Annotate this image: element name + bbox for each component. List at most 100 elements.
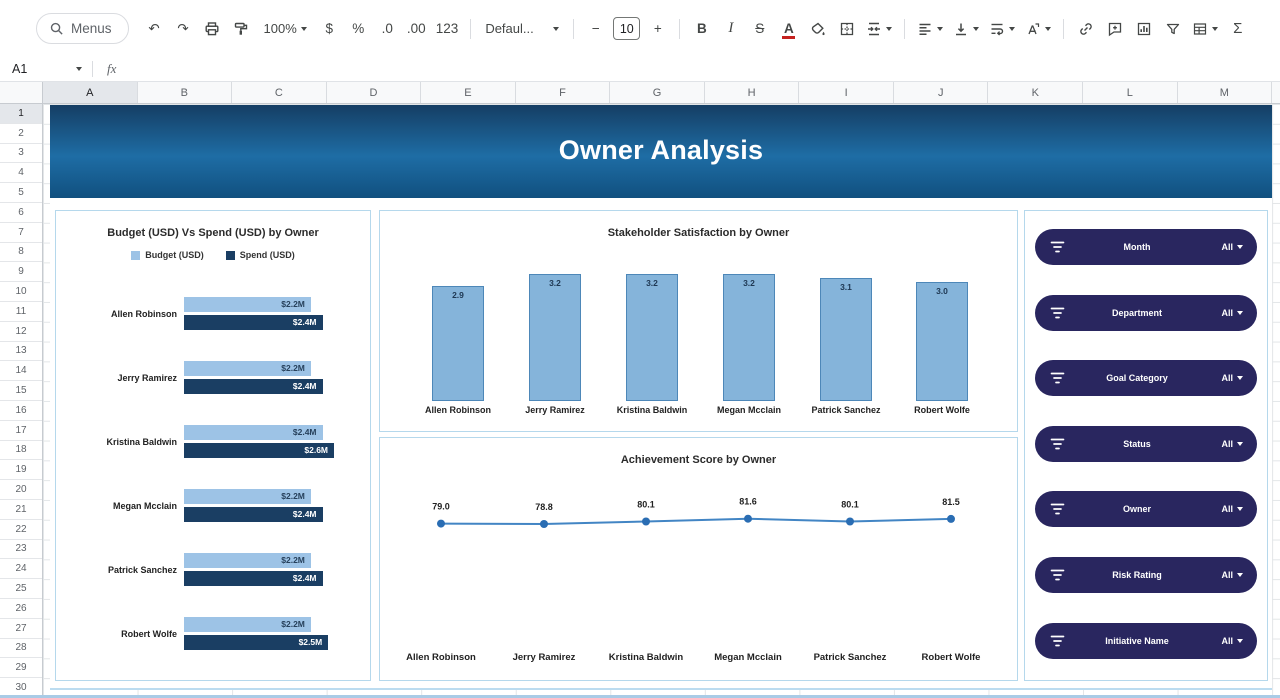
row-header-20[interactable]: 20 <box>0 480 42 500</box>
currency-format-button[interactable]: $ <box>316 15 343 42</box>
print-button[interactable] <box>199 15 226 42</box>
spend-bar[interactable]: $2.5M <box>184 635 328 650</box>
budget-bar[interactable]: $2.2M <box>184 617 311 632</box>
row-header-13[interactable]: 13 <box>0 342 42 362</box>
row-header-8[interactable]: 8 <box>0 243 42 263</box>
bold-button[interactable]: B <box>688 15 715 42</box>
column-header-E[interactable]: E <box>421 82 516 103</box>
column-header-H[interactable]: H <box>705 82 800 103</box>
row-header-17[interactable]: 17 <box>0 421 42 441</box>
menus-button[interactable]: Menus <box>36 13 129 44</box>
row-header-6[interactable]: 6 <box>0 203 42 223</box>
slicer-department[interactable]: DepartmentAll <box>1035 295 1257 331</box>
italic-button[interactable]: I <box>717 15 744 42</box>
budget-bar[interactable]: $2.2M <box>184 361 311 376</box>
column-header-K[interactable]: K <box>988 82 1083 103</box>
satisfaction-bar[interactable]: 3.2 <box>626 274 678 401</box>
row-header-5[interactable]: 5 <box>0 183 42 203</box>
spend-bar[interactable]: $2.4M <box>184 315 323 330</box>
achievement-point[interactable] <box>744 515 752 523</box>
row-header-23[interactable]: 23 <box>0 540 42 560</box>
column-header-D[interactable]: D <box>327 82 422 103</box>
satisfaction-bar[interactable]: 3.2 <box>723 274 775 401</box>
row-header-25[interactable]: 25 <box>0 579 42 599</box>
row-header-19[interactable]: 19 <box>0 460 42 480</box>
row-header-10[interactable]: 10 <box>0 282 42 302</box>
text-rotation-button[interactable] <box>1021 15 1055 42</box>
achievement-point[interactable] <box>437 520 445 528</box>
achievement-chart[interactable]: Achievement Score by Owner 79.0Allen Rob… <box>379 437 1018 681</box>
select-all-corner[interactable] <box>0 82 43 103</box>
undo-button[interactable]: ↶ <box>141 15 168 42</box>
row-header-24[interactable]: 24 <box>0 559 42 579</box>
row-header-2[interactable]: 2 <box>0 124 42 144</box>
row-header-21[interactable]: 21 <box>0 500 42 520</box>
slicer-status[interactable]: StatusAll <box>1035 426 1257 462</box>
satisfaction-chart[interactable]: Stakeholder Satisfaction by Owner 2.93.2… <box>379 210 1018 432</box>
row-header-27[interactable]: 27 <box>0 619 42 639</box>
slicer-goal-category[interactable]: Goal CategoryAll <box>1035 360 1257 396</box>
row-header-18[interactable]: 18 <box>0 441 42 461</box>
row-header-11[interactable]: 11 <box>0 302 42 322</box>
row-header-3[interactable]: 3 <box>0 144 42 164</box>
text-color-button[interactable]: A <box>775 15 802 42</box>
text-wrap-button[interactable] <box>985 15 1019 42</box>
row-header-16[interactable]: 16 <box>0 401 42 421</box>
budget-bar[interactable]: $2.2M <box>184 297 311 312</box>
column-header-M[interactable]: M <box>1178 82 1273 103</box>
strikethrough-button[interactable]: S <box>746 15 773 42</box>
slicer-value-dropdown[interactable]: All <box>1221 426 1243 462</box>
zoom-select[interactable]: 100% <box>257 15 314 42</box>
font-size-input[interactable]: 10 <box>613 17 640 40</box>
budget-bar[interactable]: $2.2M <box>184 489 311 504</box>
decrease-font-size-button[interactable]: − <box>582 15 609 42</box>
slicer-value-dropdown[interactable]: All <box>1221 295 1243 331</box>
row-header-15[interactable]: 15 <box>0 381 42 401</box>
column-header-B[interactable]: B <box>138 82 233 103</box>
slicer-value-dropdown[interactable]: All <box>1221 491 1243 527</box>
budget-bar[interactable]: $2.2M <box>184 553 311 568</box>
slicer-value-dropdown[interactable]: All <box>1221 229 1243 265</box>
slicer-risk-rating[interactable]: Risk RatingAll <box>1035 557 1257 593</box>
dashboard-banner[interactable]: Owner Analysis <box>50 105 1272 198</box>
column-header-I[interactable]: I <box>799 82 894 103</box>
slicer-initiative-name[interactable]: Initiative NameAll <box>1035 623 1257 659</box>
row-header-4[interactable]: 4 <box>0 163 42 183</box>
column-header-G[interactable]: G <box>610 82 705 103</box>
spend-bar[interactable]: $2.4M <box>184 379 323 394</box>
decrease-decimal-button[interactable]: .0 <box>374 15 401 42</box>
row-header-26[interactable]: 26 <box>0 599 42 619</box>
row-header-28[interactable]: 28 <box>0 639 42 659</box>
row-header-9[interactable]: 9 <box>0 262 42 282</box>
increase-font-size-button[interactable]: + <box>644 15 671 42</box>
slicer-month[interactable]: MonthAll <box>1035 229 1257 265</box>
cell-name-box[interactable]: A1 <box>0 62 92 76</box>
slicer-value-dropdown[interactable]: All <box>1221 623 1243 659</box>
vertical-align-button[interactable] <box>949 15 983 42</box>
increase-decimal-button[interactable]: .00 <box>403 15 430 42</box>
horizontal-align-button[interactable] <box>913 15 947 42</box>
spend-bar[interactable]: $2.4M <box>184 507 323 522</box>
row-header-12[interactable]: 12 <box>0 322 42 342</box>
spend-bar[interactable]: $2.4M <box>184 571 323 586</box>
column-header-C[interactable]: C <box>232 82 327 103</box>
create-filter-button[interactable] <box>1159 15 1186 42</box>
functions-button[interactable]: Σ <box>1224 15 1251 42</box>
row-header-22[interactable]: 22 <box>0 520 42 540</box>
achievement-point[interactable] <box>846 518 854 526</box>
satisfaction-bar[interactable]: 3.1 <box>820 278 872 401</box>
row-header-7[interactable]: 7 <box>0 223 42 243</box>
row-header-29[interactable]: 29 <box>0 658 42 678</box>
borders-button[interactable] <box>833 15 860 42</box>
redo-button[interactable]: ↷ <box>170 15 197 42</box>
row-header-1[interactable]: 1 <box>0 104 42 124</box>
satisfaction-bar[interactable]: 3.2 <box>529 274 581 401</box>
row-header-14[interactable]: 14 <box>0 361 42 381</box>
insert-chart-button[interactable] <box>1130 15 1157 42</box>
slicer-value-dropdown[interactable]: All <box>1221 557 1243 593</box>
budget-vs-spend-chart[interactable]: Budget (USD) Vs Spend (USD) by Owner Bud… <box>55 210 371 681</box>
achievement-point[interactable] <box>947 515 955 523</box>
spend-bar[interactable]: $2.6M <box>184 443 334 458</box>
column-header-A[interactable]: A <box>43 82 138 103</box>
merge-cells-button[interactable] <box>862 15 896 42</box>
